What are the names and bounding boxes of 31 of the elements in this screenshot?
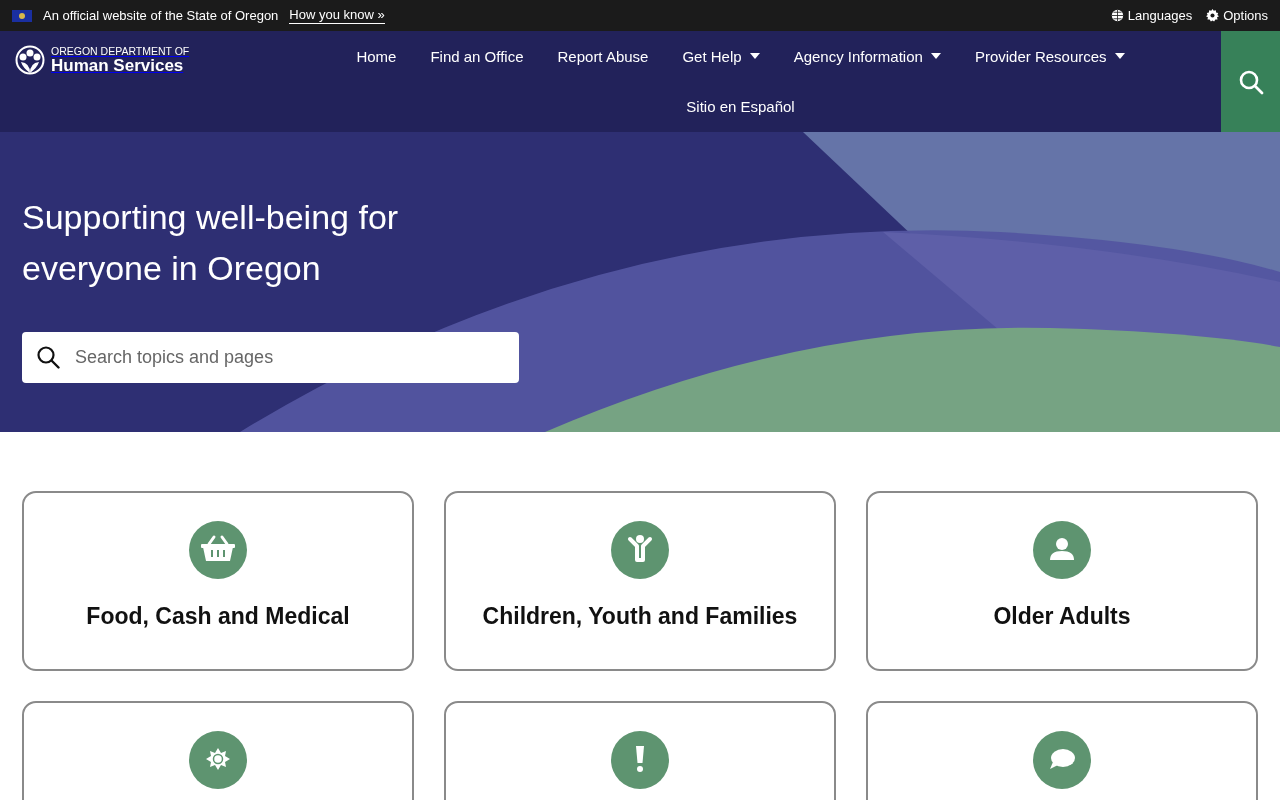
child-icon: [611, 521, 669, 579]
category-card[interactable]: Children, Youth and Families: [444, 491, 836, 671]
nav-link[interactable]: Agency Information: [776, 31, 958, 81]
nav-link[interactable]: Get Help: [665, 31, 777, 81]
sun-icon: [189, 731, 247, 789]
agency-logo[interactable]: OREGON DEPARTMENT OF Human Services: [0, 31, 270, 89]
logo-title: Human Services: [51, 56, 185, 74]
gear-icon: [1206, 9, 1220, 22]
nav-link[interactable]: Sitio en Español: [669, 81, 812, 131]
hero-heading: Supporting well-being for everyone in Oregon: [22, 197, 400, 289]
flag-icon: [12, 9, 32, 22]
options-link[interactable]: Options: [1206, 8, 1268, 23]
how-you-know-link[interactable]: How you know »: [289, 7, 385, 24]
person-icon: [1033, 521, 1091, 579]
nav-link[interactable]: Home: [339, 31, 414, 81]
basket-icon: [189, 521, 247, 579]
nav-link[interactable]: Provider Resources: [957, 31, 1142, 81]
globe-icon: [1110, 9, 1124, 22]
exclamation-icon: [611, 731, 669, 789]
nav-link[interactable]: Report Abuse: [540, 31, 666, 81]
banner-text: An official website of the State of Oregon: [43, 8, 279, 23]
nav-link[interactable]: Find an Office: [413, 31, 541, 81]
logo-icon: [15, 45, 45, 75]
search-field[interactable]: Search topics and pages: [22, 332, 519, 383]
logo-subtitle: OREGON DEPARTMENT OF: [51, 46, 190, 57]
speech-bubble-icon: [1033, 731, 1091, 789]
languages-link[interactable]: Languages: [1110, 8, 1193, 23]
category-card[interactable]: Older Adults: [866, 491, 1258, 671]
search-button[interactable]: [1221, 31, 1280, 132]
search-icon: [1237, 68, 1264, 95]
category-card[interactable]: Food, Cash and Medical: [22, 491, 414, 671]
